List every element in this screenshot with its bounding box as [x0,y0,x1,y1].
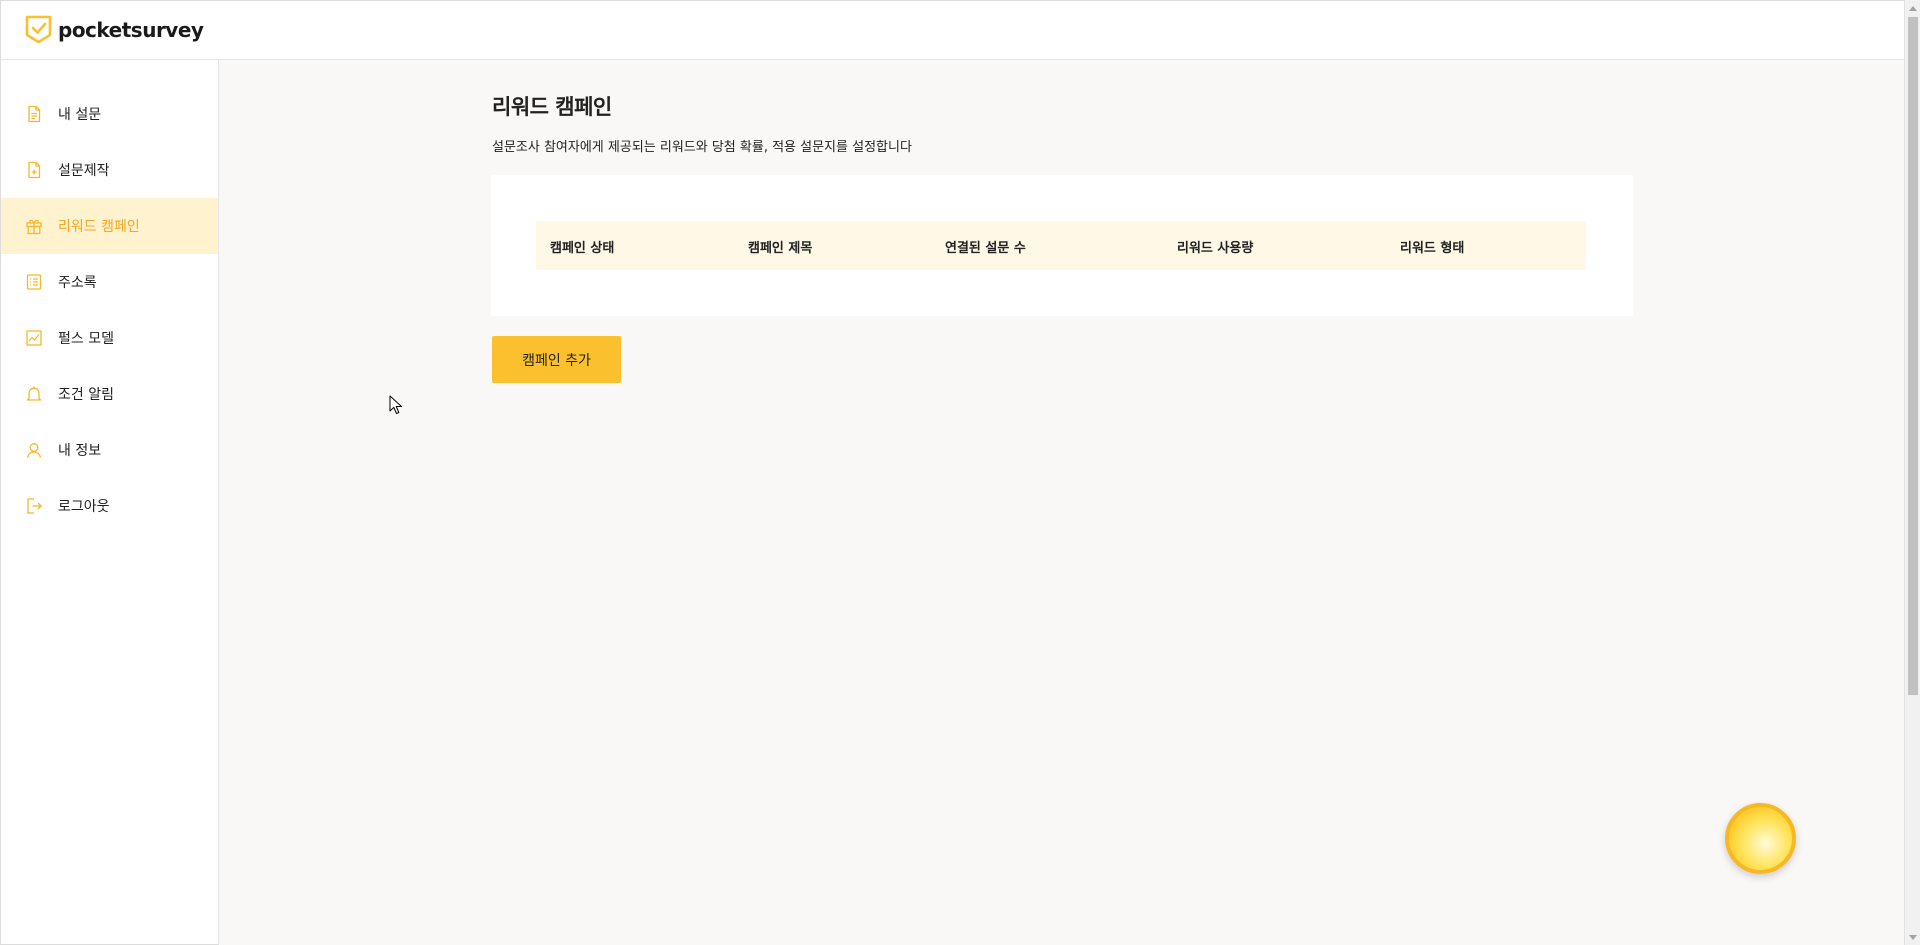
page-description: 설문조사 참여자에게 제공되는 리워드와 당첨 확률, 적용 설문지를 설정합니… [492,140,912,155]
vertical-scrollbar[interactable] [1904,0,1920,945]
column-header-reward-usage[interactable]: 리워드 사용량 [1177,237,1253,256]
logo[interactable]: pocketsurvey [25,15,204,44]
sidebar-item-label: 펄스 모델 [58,331,114,347]
sidebar-item-label: 설문제작 [58,163,110,179]
bell-icon [25,385,43,403]
campaign-table: 캠페인 상태 캠페인 제목 연결된 설문 수 리워드 사용량 리워드 형태 [491,175,1633,316]
sidebar-item-my-info[interactable]: 내 정보 [1,422,218,478]
column-header-campaign-status[interactable]: 캠페인 상태 [550,237,614,256]
sidebar-item-label: 조건 알림 [58,387,114,403]
mouse-cursor-icon [389,395,403,415]
floating-coin-button[interactable] [1725,803,1796,874]
sidebar-item-condition-alert[interactable]: 조건 알림 [1,366,218,422]
document-icon [25,105,43,123]
sidebar-item-address-book[interactable]: 주소록 [1,254,218,310]
column-header-reward-type[interactable]: 리워드 형태 [1400,237,1464,256]
user-icon [25,441,43,459]
add-campaign-button[interactable]: 캠페인 추가 [492,336,621,383]
logout-icon [25,497,43,515]
scroll-up-arrow-icon[interactable] [1905,0,1920,16]
main-content: 리워드 캠페인 설문조사 참여자에게 제공되는 리워드와 당첨 확률, 적용 설… [219,60,1904,945]
top-header: pocketsurvey [0,0,1904,60]
sidebar-item-label: 주소록 [58,275,97,291]
sidebar-item-pulse-model[interactable]: 펄스 모델 [1,310,218,366]
gift-icon [25,217,43,235]
sidebar-item-my-surveys[interactable]: 내 설문 [1,86,218,142]
column-header-linked-survey-count[interactable]: 연결된 설문 수 [945,237,1026,256]
pulse-chart-icon [25,329,43,347]
sidebar-item-label: 로그아웃 [58,499,110,515]
column-header-campaign-title[interactable]: 캠페인 제목 [748,237,812,256]
logo-text: pocketsurvey [58,17,204,42]
pocketsurvey-logo-icon [25,15,52,44]
list-icon [25,273,43,291]
scroll-down-arrow-icon[interactable] [1905,929,1920,945]
document-plus-icon [25,161,43,179]
sidebar-item-reward-campaign[interactable]: 리워드 캠페인 [1,198,218,254]
sidebar-item-label: 리워드 캠페인 [58,219,140,235]
sidebar-item-logout[interactable]: 로그아웃 [1,478,218,534]
page-title: 리워드 캠페인 [492,95,612,119]
scrollbar-thumb[interactable] [1908,17,1918,695]
sidebar-item-label: 내 정보 [58,443,102,459]
app-root: pocketsurvey 내 설문 설문제작 리워드 캠페인 주소록 펄스 모델… [0,0,1920,945]
sidebar: 내 설문 설문제작 리워드 캠페인 주소록 펄스 모델 조건 알림 내 정보 로… [0,60,219,945]
sidebar-item-create-survey[interactable]: 설문제작 [1,142,218,198]
table-header-row: 캠페인 상태 캠페인 제목 연결된 설문 수 리워드 사용량 리워드 형태 [536,221,1586,270]
sidebar-item-label: 내 설문 [58,107,102,123]
